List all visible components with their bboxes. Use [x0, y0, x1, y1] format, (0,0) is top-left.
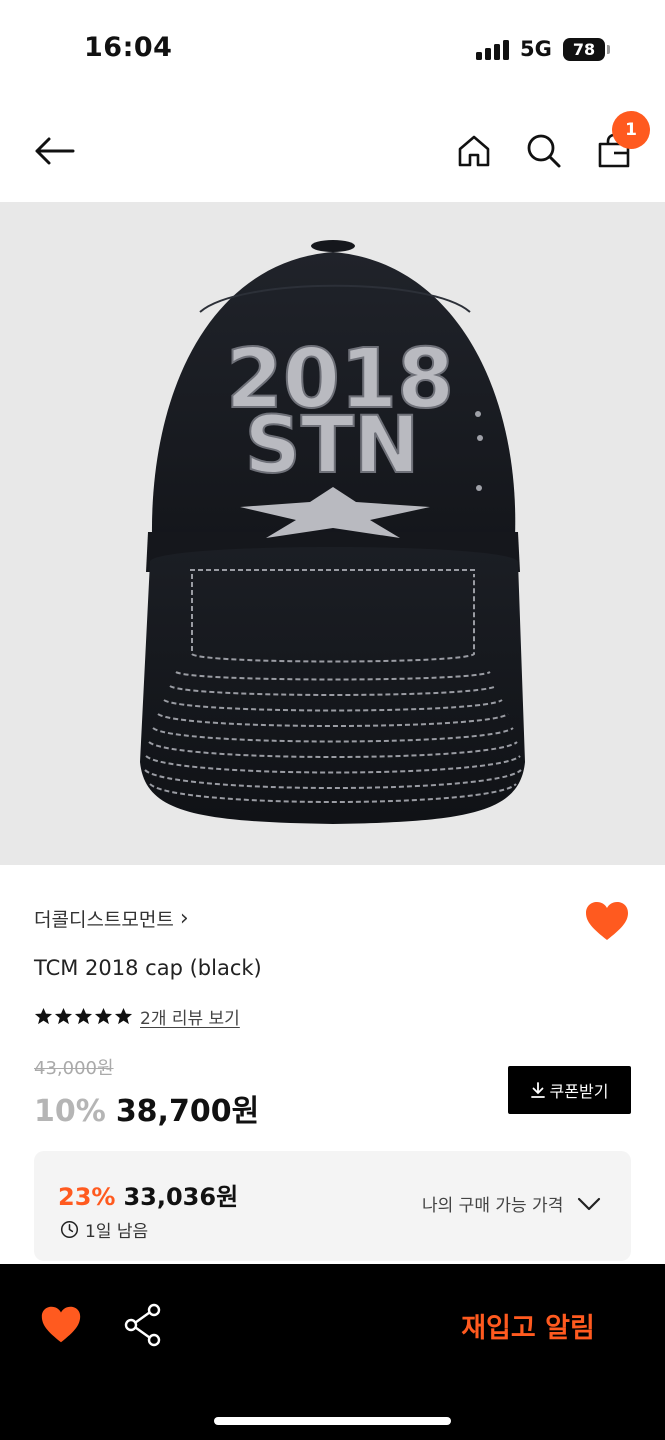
chevron-right-icon: ›	[179, 905, 189, 931]
my-discount-rate: 23%	[58, 1183, 116, 1211]
original-price: 43,000원	[34, 1058, 114, 1079]
home-icon	[458, 135, 490, 167]
my-price-panel[interactable]: 23% 33,036원 1일 남음 나의 구매 가능 가격	[34, 1151, 631, 1261]
battery-nub	[607, 45, 610, 54]
svg-text:STN: STN	[245, 401, 420, 491]
share-button[interactable]	[120, 1302, 166, 1348]
star-icon	[114, 1007, 133, 1025]
home-indicator	[214, 1417, 451, 1425]
cellular-signal-icon	[476, 40, 510, 60]
product-image[interactable]: 2018 STN	[0, 202, 665, 865]
product-name: TCM 2018 cap (black)	[34, 956, 262, 980]
status-bar: 16:04 5G 78	[0, 0, 665, 100]
sale-price: 38,700원	[115, 1094, 260, 1129]
cart-count-badge: 1	[612, 111, 650, 149]
download-icon	[530, 1082, 545, 1098]
bottom-action-bar: 재입고 알림	[0, 1264, 665, 1440]
clock-icon	[60, 1220, 79, 1239]
my-price-toggle-label: 나의 구매 가능 가격	[422, 1196, 564, 1216]
star-icon	[94, 1007, 113, 1025]
heart-icon	[41, 1306, 81, 1343]
home-button[interactable]	[448, 125, 500, 177]
arrow-left-icon	[35, 137, 75, 165]
back-button[interactable]	[28, 125, 80, 177]
brand-link[interactable]: 더콜디스트모먼트 ›	[34, 905, 189, 932]
star-icon	[54, 1007, 73, 1025]
star-icon	[74, 1007, 93, 1025]
battery-icon: 78	[563, 38, 605, 61]
time-left: 1일 남음	[60, 1217, 148, 1242]
cap-illustration: 2018 STN	[140, 240, 525, 824]
status-time: 16:04	[84, 32, 173, 63]
like-button[interactable]	[38, 1302, 84, 1348]
my-price-toggle[interactable]: 나의 구매 가능 가격	[422, 1191, 601, 1216]
top-nav	[0, 100, 665, 202]
rating-row: 2개 리뷰 보기	[34, 1004, 240, 1029]
my-price: 33,036원	[123, 1183, 239, 1211]
share-icon	[124, 1303, 161, 1347]
chevron-down-icon	[578, 1197, 601, 1210]
search-button[interactable]	[518, 125, 570, 177]
coupon-button[interactable]: 쿠폰받기	[508, 1066, 631, 1114]
my-price-row: 23% 33,036원	[58, 1177, 238, 1212]
time-left-label: 1일 남음	[85, 1222, 149, 1242]
review-link[interactable]: 2개 리뷰 보기	[140, 1004, 240, 1029]
search-icon	[527, 134, 561, 168]
brand-name: 더콜디스트모먼트	[34, 909, 174, 931]
restock-alert-button[interactable]: 재입고 알림	[440, 1302, 616, 1348]
network-type: 5G	[520, 37, 552, 61]
star-icon	[34, 1007, 53, 1025]
discount-rate: 10%	[34, 1094, 106, 1129]
coupon-label: 쿠폰받기	[549, 1082, 609, 1101]
sale-price-row: 10% 38,700원	[34, 1086, 259, 1130]
wishlist-button[interactable]	[583, 898, 631, 946]
heart-filled-icon	[586, 902, 628, 940]
